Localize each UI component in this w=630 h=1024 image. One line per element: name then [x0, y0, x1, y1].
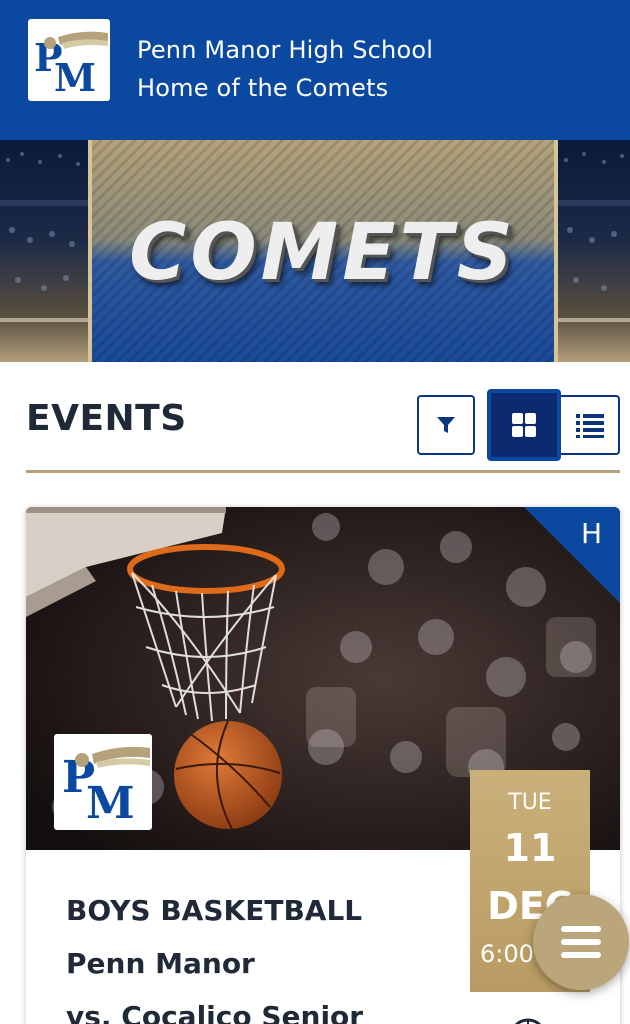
events-divider: [26, 470, 620, 473]
event-team-logo: P M: [54, 734, 152, 830]
event-sport: BOYS BASKETBALL: [66, 894, 363, 927]
grid-view-button[interactable]: [487, 389, 561, 461]
school-logo[interactable]: P M: [28, 19, 110, 101]
grid-view-icon: [512, 413, 536, 437]
home-away-indicator: H: [580, 517, 602, 550]
home-away-ribbon: [524, 507, 620, 603]
filter-button[interactable]: [417, 395, 475, 455]
school-tagline: Home of the Comets: [137, 74, 389, 102]
svg-text:M: M: [54, 55, 96, 100]
school-title-block: Penn Manor High School Home of the Comet…: [137, 31, 433, 107]
site-header: P M Penn Manor High School Home of the C…: [0, 0, 630, 140]
event-day-of-week: TUE: [508, 790, 552, 815]
event-day: 11: [503, 826, 557, 870]
hero-banner: COMETS: [0, 140, 630, 362]
hero-banner-text: COMETS: [129, 208, 517, 298]
event-home-team: Penn Manor: [66, 947, 255, 980]
menu-fab-button[interactable]: [533, 894, 629, 990]
filter-icon: [437, 417, 455, 433]
list-view-icon: [575, 414, 604, 438]
menu-icon: [561, 926, 601, 958]
crowd-photo-right: [558, 140, 630, 362]
list-view-button[interactable]: [561, 395, 620, 455]
school-name: Penn Manor High School: [137, 36, 434, 64]
event-matchup: vs. Cocalico Senior: [66, 1000, 364, 1024]
basketball-icon: [514, 1018, 542, 1024]
svg-text:M: M: [86, 778, 135, 829]
events-heading: EVENTS: [26, 398, 187, 439]
event-time: 6:00: [480, 940, 534, 968]
crowd-photo-left: [0, 140, 88, 362]
event-card[interactable]: H P M TUE 11 DEC 6:00 BOYS BASKETBALL Pe…: [26, 507, 620, 1024]
